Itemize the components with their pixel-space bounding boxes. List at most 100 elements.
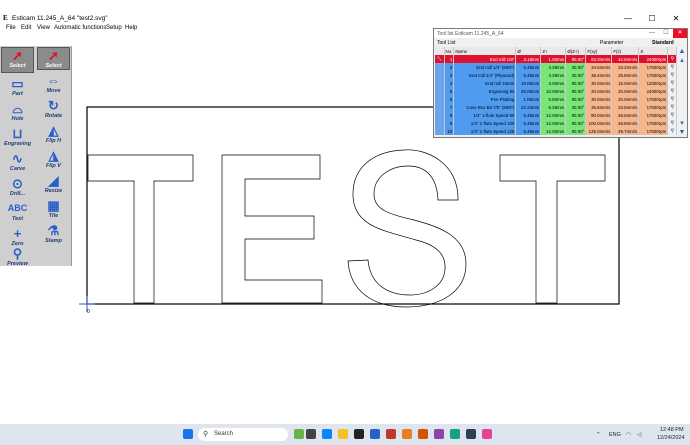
tool-row[interactable]: 🔧 9 1/4" 1-flute Speed 100 6.35mm 12.00mm 90.… bbox=[435, 119, 678, 127]
scroll-up-icon[interactable]: ▴ bbox=[678, 56, 686, 65]
wifi-icon[interactable]: ◠ bbox=[626, 432, 631, 438]
tool-flip-h[interactable]: ◭ Flip H bbox=[37, 123, 70, 144]
tool-edit-icon[interactable]: 🔧 bbox=[435, 79, 445, 87]
taskbar-search-input[interactable]: ⚲ Search bbox=[198, 428, 288, 441]
tool-engraving[interactable]: ⊔ Engraving bbox=[1, 126, 34, 147]
parameter-label: Parameter bbox=[600, 40, 624, 46]
search-icon: ⚲ bbox=[203, 431, 209, 438]
tool-edit-icon[interactable]: 🔧 bbox=[435, 119, 445, 127]
app-icon-3[interactable] bbox=[402, 429, 412, 439]
tool-carve[interactable]: ∿ Carve bbox=[1, 151, 34, 172]
tool-search-icon[interactable]: ⚲ bbox=[667, 55, 678, 63]
estlcam-taskbar-icon[interactable] bbox=[370, 429, 380, 439]
app-icon-7[interactable] bbox=[466, 429, 476, 439]
tool-list-title-bar[interactable]: Tool list Estlcam 11.245_A_64 — ☐ ✕ bbox=[434, 29, 687, 38]
tool-search-icon[interactable]: ⚲ bbox=[667, 71, 678, 79]
app-icon-2[interactable] bbox=[386, 429, 396, 439]
tool-edit-icon[interactable]: 🔧 bbox=[435, 55, 445, 63]
tool-search-icon[interactable]: ⚲ bbox=[667, 127, 678, 135]
tool-row[interactable]: 🔧 1 End mill 1/8" 3.18mm 1.00mm 90.00° 63.3mm/… bbox=[435, 55, 678, 63]
tool-search-icon[interactable]: ⚲ bbox=[667, 103, 678, 111]
tray-chevron-icon[interactable]: ⌃ bbox=[596, 432, 601, 438]
app-icon-1[interactable] bbox=[354, 429, 364, 439]
tool-list-scrollbar[interactable]: ▲ ▴ ▾ ▼ bbox=[678, 47, 686, 137]
tool-rotate[interactable]: ↻ Rotate bbox=[37, 98, 70, 119]
tool-edit-icon[interactable]: 🔧 bbox=[435, 111, 445, 119]
tool-resize[interactable]: ◢ Resize bbox=[37, 173, 70, 194]
tool-search-icon[interactable]: ⚲ bbox=[667, 119, 678, 127]
tool-row[interactable]: 🔧 10 1/4" 1-flute Speed 125 6.35mm 12.00mm 90… bbox=[435, 127, 678, 135]
tool-row[interactable]: 🔧 7 Cove Box Bit 7/8" (MDF) 22.23mm 6.35mm 30… bbox=[435, 103, 678, 111]
scroll-track[interactable] bbox=[678, 65, 686, 119]
widgets-icon[interactable] bbox=[294, 429, 304, 439]
tool-list-maximize-button[interactable]: ☐ bbox=[659, 29, 673, 38]
tool-hole[interactable]: ⌓ Hole bbox=[1, 101, 34, 122]
tool-stamp[interactable]: ⚗ Stamp bbox=[37, 223, 70, 244]
origin-label: 0 bbox=[87, 309, 90, 315]
tool-edit-icon[interactable]: 🔧 bbox=[435, 87, 445, 95]
tool-edit-icon[interactable]: 🔧 bbox=[435, 71, 445, 79]
start-button-icon[interactable] bbox=[183, 429, 193, 439]
tool-edit-icon[interactable]: 🔧 bbox=[435, 95, 445, 103]
file-explorer-icon[interactable] bbox=[338, 429, 348, 439]
scroll-down-icon[interactable]: ▾ bbox=[678, 119, 686, 128]
tool-feed-z: 42.6mm/s bbox=[611, 55, 640, 63]
tool-search-icon[interactable]: ⚲ bbox=[667, 63, 678, 71]
edge-icon[interactable] bbox=[322, 429, 332, 439]
tool-name: Pen Plotting bbox=[453, 95, 517, 103]
tool-row[interactable]: 🔧 3 End mill 1/4" (Plywood) 6.35mm 4.39mm 30.… bbox=[435, 71, 678, 79]
tool-row[interactable]: 🔧 8 1/4" 1-flute Speed 90 6.35mm 12.00mm 90.0… bbox=[435, 111, 678, 119]
tray-date[interactable]: 12/24/2024 bbox=[657, 435, 685, 441]
cursor-icon: ➚ bbox=[48, 48, 59, 63]
tool-spindle-speed: 17000rpm bbox=[638, 111, 669, 119]
tool-zero[interactable]: + Zero bbox=[1, 226, 34, 247]
tool-name: 1/4" 1-flute Speed 100 bbox=[453, 119, 517, 127]
tool-spindle-speed: 17000rpm bbox=[638, 119, 669, 127]
tool-search-icon[interactable]: ⚲ bbox=[667, 111, 678, 119]
header-fz: F(z) bbox=[611, 47, 640, 55]
task-view-icon[interactable] bbox=[306, 429, 316, 439]
tool-name: End mill 1/4" (MDF) bbox=[453, 63, 517, 71]
tool-spindle-speed: 17000rpm bbox=[638, 103, 669, 111]
app-icon-6[interactable] bbox=[450, 429, 460, 439]
tool-move[interactable]: ⇔ Move bbox=[37, 73, 70, 94]
tool-preview[interactable]: ⚲ Preview bbox=[1, 246, 34, 267]
tool-select-main[interactable]: ➚ Select bbox=[1, 47, 34, 73]
preview-icon: ⚲ bbox=[12, 246, 23, 261]
tool-select[interactable]: ➚ Select bbox=[37, 47, 70, 70]
preset-select[interactable]: Standard bbox=[652, 40, 674, 46]
tool-row[interactable]: 🔧 2 End mill 1/4" (MDF) 6.35mm 4.39mm 30.00° 3… bbox=[435, 63, 678, 71]
tool-angle: 90.00° bbox=[565, 87, 587, 95]
tool-angle: 90.00° bbox=[565, 95, 587, 103]
tool-search-icon[interactable]: ⚲ bbox=[667, 87, 678, 95]
tool-list-menu[interactable]: Tool List bbox=[437, 40, 455, 46]
tool-row[interactable]: 🔧 6 Pen Plotting 1.00mm 0.50mm 90.00° 30.0mm/s… bbox=[435, 95, 678, 103]
tool-edit-icon[interactable]: 🔧 bbox=[435, 127, 445, 135]
scroll-bottom-icon[interactable]: ▼ bbox=[678, 128, 686, 137]
tool-edit-icon[interactable]: 🔧 bbox=[435, 103, 445, 111]
tool-feed-xy: 38.4mm/s bbox=[585, 71, 613, 79]
scroll-top-icon[interactable]: ▲ bbox=[678, 47, 686, 56]
app-icon-5[interactable] bbox=[434, 429, 444, 439]
tool-text[interactable]: ABC Text bbox=[1, 201, 34, 222]
volume-icon[interactable]: ◁ bbox=[637, 432, 641, 438]
tool-search-icon[interactable]: ⚲ bbox=[667, 95, 678, 103]
tool-angle: 90.00° bbox=[565, 55, 587, 63]
windows-taskbar: ⚲ Search ⌃ ENG ◠ ◁ 12:48 PM 12/24/2024 bbox=[0, 424, 690, 445]
tool-diameter: 6.35mm bbox=[515, 111, 542, 119]
tray-language[interactable]: ENG bbox=[609, 432, 621, 438]
tool-search-icon[interactable]: ⚲ bbox=[667, 79, 678, 87]
tray-time[interactable]: 12:48 PM bbox=[660, 427, 684, 433]
app-icon-8[interactable] bbox=[482, 429, 492, 439]
tool-flip-v[interactable]: ◮ Flip V bbox=[37, 148, 70, 169]
tool-list-close-button[interactable]: ✕ bbox=[673, 29, 687, 38]
tool-part[interactable]: ▭ Part bbox=[1, 76, 34, 97]
tool-tile[interactable]: ▦ Tile bbox=[37, 198, 70, 219]
tool-drill[interactable]: ⊙ Drill... bbox=[1, 176, 34, 197]
tool-list-minimize-button[interactable]: — bbox=[645, 29, 659, 38]
tool-edit-icon[interactable]: 🔧 bbox=[435, 63, 445, 71]
tool-row[interactable]: 🔧 5 Engraving bit 20.00mm 10.00mm 90.00° 20.0m… bbox=[435, 87, 678, 95]
app-icon-4[interactable] bbox=[418, 429, 428, 439]
tool-row[interactable]: 🔧 4 End mill 10mm 10.00mm 3.00mm 90.00° 30.0mm… bbox=[435, 79, 678, 87]
tool-name: Cove Box Bit 7/8" (MDF) bbox=[453, 103, 517, 111]
